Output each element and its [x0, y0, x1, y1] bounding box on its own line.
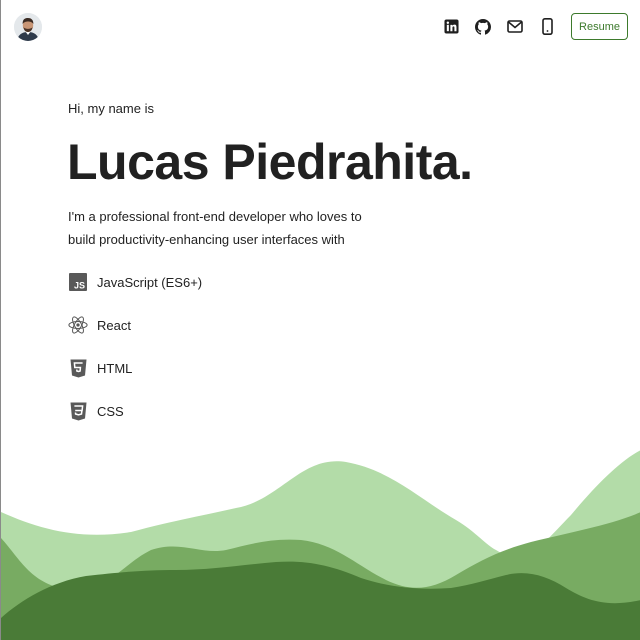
email-link[interactable]	[499, 12, 531, 41]
avatar-photo	[14, 13, 42, 41]
phone-icon	[541, 18, 553, 35]
github-link[interactable]	[467, 12, 499, 41]
react-icon	[68, 315, 88, 335]
list-item: HTML	[68, 357, 202, 379]
page-title: Lucas Piedrahita.	[67, 134, 473, 190]
css3-icon	[68, 401, 88, 421]
greeting-text: Hi, my name is	[68, 101, 154, 116]
linkedin-link[interactable]	[435, 12, 467, 41]
linkedin-icon	[444, 19, 459, 34]
decorative-waves	[1, 450, 640, 640]
list-item: JS JavaScript (ES6+)	[68, 271, 202, 293]
tech-label: JavaScript (ES6+)	[97, 274, 203, 290]
list-item: CSS	[68, 400, 202, 422]
javascript-icon: JS	[68, 272, 88, 292]
tech-label: CSS	[97, 403, 124, 419]
portfolio-page: Resume Hi, my name is Lucas Piedrahita. …	[0, 0, 640, 640]
tech-label: React	[97, 317, 131, 333]
resume-button[interactable]: Resume	[571, 13, 628, 40]
svg-text:JS: JS	[74, 281, 85, 291]
list-item: React	[68, 314, 202, 336]
phone-link[interactable]	[531, 12, 563, 41]
tech-label: HTML	[97, 360, 133, 376]
mail-icon	[507, 20, 523, 33]
description-text: I'm a professional front-end developer w…	[68, 209, 362, 247]
github-icon	[475, 18, 492, 35]
technology-list: JS JavaScript (ES6+) React HTML CSS	[68, 271, 202, 443]
avatar[interactable]	[14, 13, 42, 41]
html5-icon	[68, 358, 88, 378]
top-navigation: Resume	[435, 12, 628, 41]
